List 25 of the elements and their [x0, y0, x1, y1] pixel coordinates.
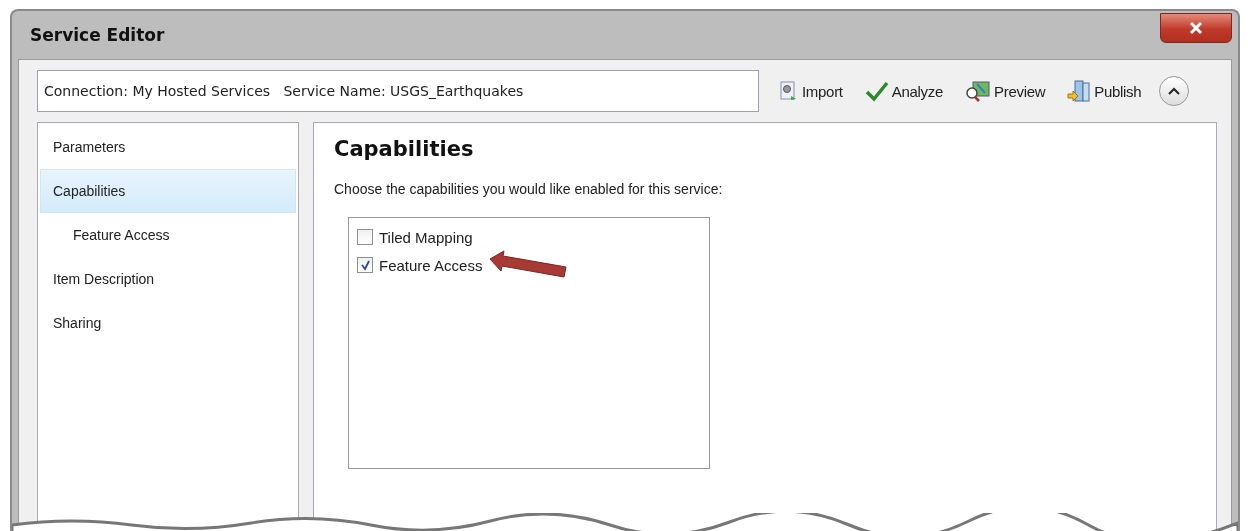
close-icon	[1188, 21, 1204, 35]
close-button[interactable]	[1160, 13, 1232, 43]
toolbar-button[interactable]: Import	[773, 80, 847, 102]
sidebar-item[interactable]: Item Description	[40, 257, 296, 301]
capability-label: Feature Access	[379, 256, 483, 274]
toolbar-button[interactable]: Preview	[961, 80, 1050, 102]
checkbox[interactable]	[357, 257, 373, 273]
arrow-icon	[488, 250, 569, 280]
connection-field[interactable]: Connection: My Hosted Services Service Name: USGS_Earthquakes	[37, 70, 759, 112]
toolbar-button[interactable]: Analyze	[860, 80, 947, 102]
capability-label: Tiled Mapping	[379, 228, 473, 246]
sidebar-item[interactable]: Sharing	[40, 301, 296, 345]
sidebar-item[interactable]: Parameters	[40, 125, 296, 169]
toolbar-button[interactable]: Publish	[1063, 79, 1146, 103]
map-magnifier-icon	[965, 80, 991, 102]
checkbox[interactable]	[357, 229, 373, 245]
checkmark-icon	[864, 80, 889, 102]
instruction-text: Choose the capabilities you would like enabled for this service:	[334, 181, 724, 197]
window-title: Service Editor	[30, 25, 165, 45]
sidebar-item[interactable]: Feature Access	[40, 213, 296, 257]
sidebar-item[interactable]: Capabilities	[40, 169, 296, 213]
section-heading: Capabilities	[334, 137, 475, 161]
server-arrow-icon	[1067, 79, 1092, 103]
caret-icon	[1168, 87, 1181, 95]
collapse-button[interactable]	[1159, 76, 1190, 106]
